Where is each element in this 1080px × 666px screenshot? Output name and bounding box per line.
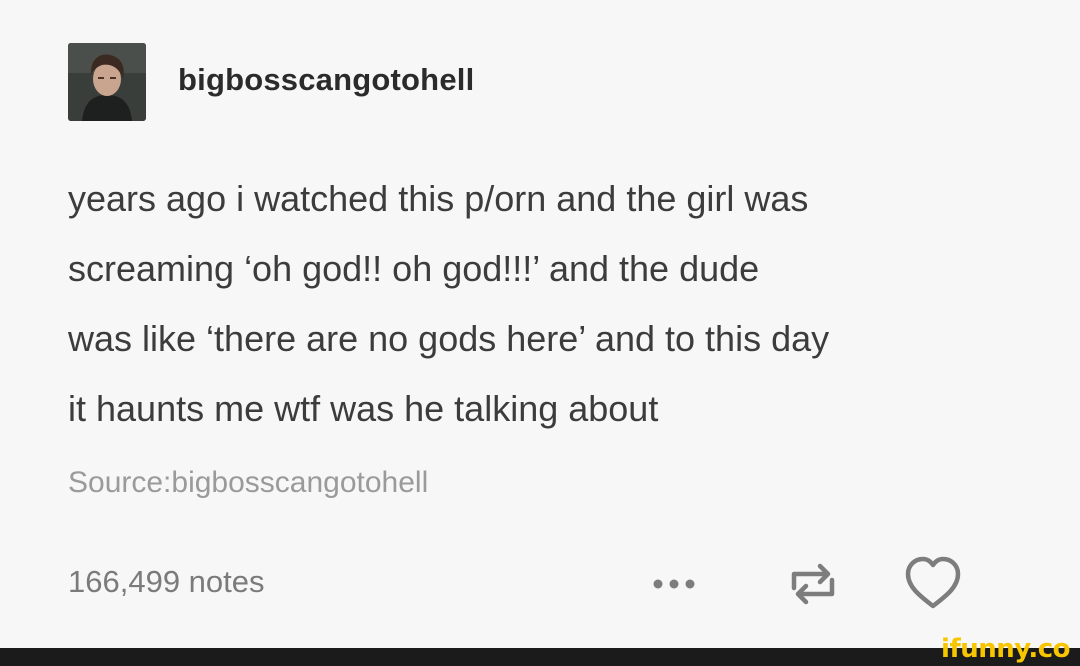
notes-count[interactable]: 166,499 notes <box>68 564 265 600</box>
tumblr-post: bigbosscangotohell years ago i watched t… <box>0 0 1080 648</box>
heart-icon[interactable] <box>902 554 964 614</box>
ifunny-watermark: ifunny.co <box>941 634 1070 664</box>
post-body-line: years ago i watched this p/orn and the g… <box>68 178 809 219</box>
post-username[interactable]: bigbosscangotohell <box>178 62 474 98</box>
post-body: years ago i watched this p/orn and the g… <box>68 164 1048 444</box>
avatar[interactable] <box>68 43 146 121</box>
avatar-photo-icon <box>68 43 146 121</box>
post-body-line: was like ‘there are no gods here’ and to… <box>68 318 830 359</box>
watermark-bar: ifunny.co <box>0 634 1080 666</box>
more-dots-icon[interactable] <box>648 566 700 602</box>
reblog-icon[interactable] <box>784 554 842 614</box>
post-body-line: it haunts me wtf was he talking about <box>68 388 659 429</box>
post-source-link[interactable]: Source:bigbosscangotohell <box>68 466 428 500</box>
post-body-line: screaming ‘oh god!! oh god!!!’ and the d… <box>68 248 760 289</box>
